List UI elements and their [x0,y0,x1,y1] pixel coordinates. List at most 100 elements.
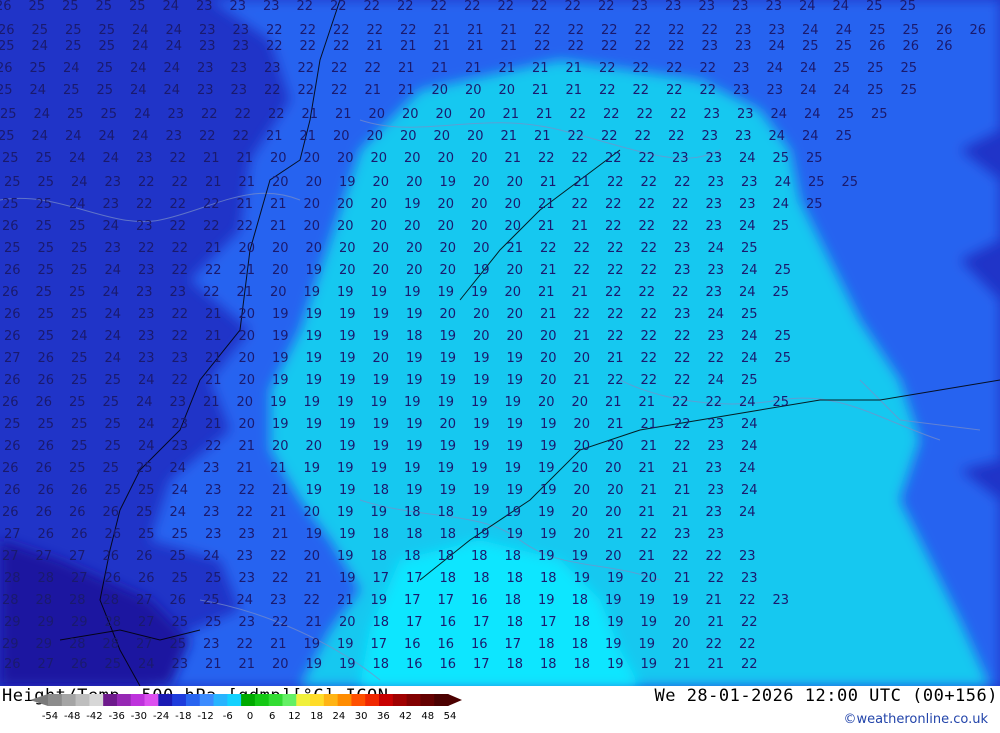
temp-label: 21 [540,307,557,322]
temp-label: 22 [574,263,591,278]
temp-label: 20 [371,197,388,212]
temp-label: 29 [4,615,21,630]
temp-label: 23 [170,285,187,300]
temp-label: 25 [38,263,55,278]
temp-label: 19 [507,417,524,432]
temp-label: 19 [572,549,589,564]
scale-arrow-right [448,694,462,706]
temp-label: 22 [170,151,187,166]
temp-label: 25 [38,241,55,256]
temp-label: 23 [674,241,691,256]
temp-label: 20 [237,395,254,410]
temp-label: 25 [65,39,82,54]
temp-label: 28 [103,593,120,608]
temp-label: 24 [739,219,756,234]
temp-label: 23 [168,107,185,122]
temp-label: 20 [406,241,423,256]
temp-label: 19 [607,615,624,630]
temp-label: 22 [706,637,723,652]
temp-label: 20 [239,307,256,322]
temp-label: 20 [404,219,421,234]
scale-arrow-left [30,694,48,706]
temp-label: 21 [266,129,283,144]
credit-link[interactable]: ©weatheronline.co.uk [843,712,988,727]
temp-label: 24 [132,39,149,54]
temp-label: 26 [970,23,987,38]
temp-label: 25 [105,439,122,454]
scale-swatch [185,694,201,706]
temp-label: 25 [71,417,88,432]
temp-label: 26 [38,527,55,542]
temp-label: 25 [36,197,53,212]
temp-label: 21 [708,657,725,672]
scale-swatch [296,694,311,706]
temp-label: 20 [406,175,423,190]
temp-label: 23 [138,351,155,366]
temp-label: 26 [869,39,886,54]
temp-label: 25 [867,61,884,76]
temp-label: 20 [607,439,624,454]
temp-label: 20 [272,241,289,256]
temp-label: 18 [373,527,390,542]
temp-label: 20 [672,637,689,652]
temp-label: 21 [237,197,254,212]
temp-label: 22 [270,549,287,564]
temp-label: 22 [607,175,624,190]
temp-label: 21 [203,151,220,166]
temp-label: 23 [708,263,725,278]
temp-label: 23 [708,527,725,542]
temp-label: 19 [306,657,323,672]
temp-label: 24 [132,23,149,38]
temp-label: 25 [69,219,86,234]
temp-label: 22 [138,175,155,190]
temp-label: 20 [304,197,321,212]
temp-label: 23 [672,151,689,166]
temp-label: 18 [404,505,421,520]
scale-swatch [337,694,352,706]
temp-label: 25 [29,0,46,14]
temp-label: 25 [69,285,86,300]
temp-label: 19 [471,285,488,300]
scale-swatch [103,694,118,706]
temp-label: 26 [36,461,53,476]
temp-label: 25 [842,175,859,190]
temp-label: 25 [867,83,884,98]
temp-label: 19 [639,637,656,652]
temp-label: 21 [607,351,624,366]
temp-label: 22 [598,0,615,14]
temp-label: 19 [406,483,423,498]
temp-label: 20 [574,483,591,498]
temp-label: 29 [71,615,88,630]
temp-label: 25 [0,129,15,144]
temp-label: 18 [406,329,423,344]
scale-swatch [158,694,173,706]
temp-label: 20 [540,329,557,344]
temp-label: 22 [304,593,321,608]
temp-label: 23 [105,241,122,256]
temp-label: 25 [170,637,187,652]
temp-label: 25 [205,571,222,586]
temp-label: 21 [205,417,222,432]
temp-label: 20 [404,151,421,166]
temp-label: 23 [205,483,222,498]
temp-label: 20 [373,175,390,190]
temp-label: 26 [4,483,21,498]
temp-label: 21 [639,549,656,564]
temp-label: 20 [304,549,321,564]
temp-label: 23 [702,129,719,144]
temp-label: 23 [702,39,719,54]
temp-label: 19 [507,373,524,388]
temp-label: 18 [406,527,423,542]
temp-label: 22 [706,395,723,410]
temp-label: 20 [239,373,256,388]
temp-label: 22 [670,107,687,122]
temp-label: 27 [38,657,55,672]
temp-label: 25 [869,23,886,38]
temp-label: 22 [700,61,717,76]
temp-label: 23 [733,61,750,76]
temp-label: 21 [270,461,287,476]
temp-label: 20 [333,129,350,144]
temp-label: 21 [205,329,222,344]
temp-label: 19 [371,461,388,476]
scale-swatch [172,694,187,706]
